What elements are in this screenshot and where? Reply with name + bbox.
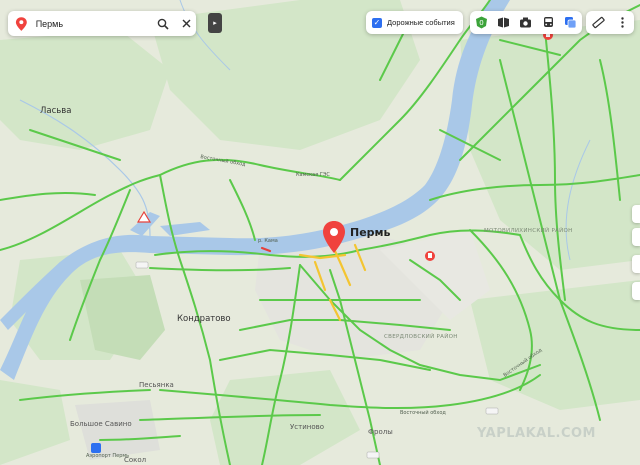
transport-button[interactable] [541,16,555,30]
location-pin-icon [15,16,27,31]
traffic-events-toggle[interactable]: ✓ Дорожные события [366,11,463,34]
ruler-toolbar [586,11,634,34]
search-input[interactable] [33,17,148,30]
bus-icon [543,17,553,27]
traffic-score-icon: 0 [475,16,487,29]
geolocation-button[interactable] [632,255,640,273]
chevron-right-icon: ▸ [213,20,217,27]
camera-icon [520,17,532,28]
map-view-button[interactable] [632,282,640,300]
place-label-perm: Пермь [350,226,391,239]
place-label-lasva: Ласьва [40,106,72,116]
ruler-button[interactable] [591,16,605,30]
traffic-events-label: Дорожные события [387,18,455,27]
place-label-kondratovo: Кондратово [177,314,231,324]
close-icon [182,19,191,28]
district-label-sverdlovsky: Свердловский район [384,334,458,340]
collapse-panel-button[interactable]: ▸ [208,13,222,33]
search-button[interactable] [154,14,172,34]
panorama-icon [498,17,510,28]
traffic-events-checkbox[interactable]: ✓ [372,17,382,28]
search-icon [157,18,169,30]
place-label-bolshoe-savino: Большое Савино [70,420,132,428]
district-label-motovilikhinsky: Мотовилихинский район [484,228,573,234]
road-label-kama-bridge: Камская ГЭС [296,172,330,178]
search-box[interactable] [8,11,196,36]
camera-button[interactable] [519,16,533,30]
place-label-ustinovo: Устиново [290,423,325,431]
zoom-out-button[interactable] [632,228,640,246]
layers-button[interactable] [564,16,578,30]
watermark: YAPLAKAL.COM [477,426,596,441]
traffic-score-button[interactable]: 0 [474,16,488,30]
check-icon: ✓ [373,17,381,27]
map-tools-toolbar: 0 [470,11,582,34]
clear-search-button[interactable] [178,14,196,34]
place-label-frolovy: Фролы [368,428,393,436]
svg-text:0: 0 [479,19,483,27]
place-label-pesyanka: Песьянка [139,381,174,389]
place-label-airport: Аэропорт Пермь [86,453,130,459]
more-button[interactable] [615,16,629,30]
airport-marker[interactable] [91,443,101,453]
road-label-south: Восточный обход [400,410,446,416]
more-icon [620,17,624,28]
city-location-pin-icon[interactable] [322,220,346,254]
layers-icon [565,17,577,29]
ruler-icon [591,16,605,29]
panorama-button[interactable] [497,16,511,30]
river-label-kama: р. Кама [258,238,278,244]
incident-marker[interactable] [425,251,435,261]
zoom-in-button[interactable] [632,205,640,223]
